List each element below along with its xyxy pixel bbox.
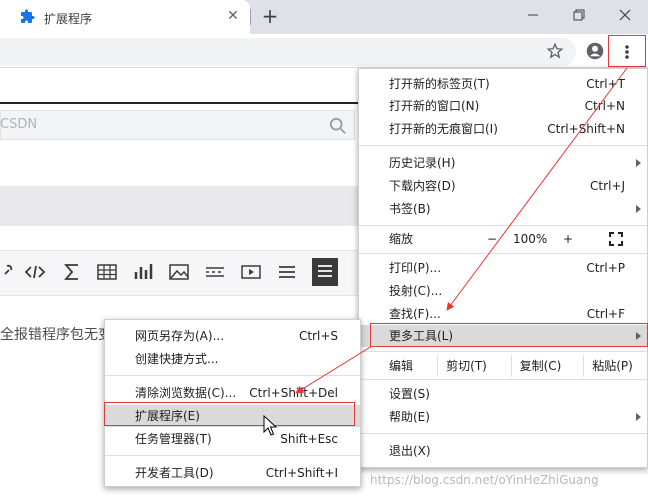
search-placeholder: CSDN [0, 117, 38, 132]
page-banner [0, 186, 358, 226]
minimize-icon [528, 14, 538, 16]
more-tools-submenu: 网页另存为(A)... Ctrl+S 创建快捷方式... 清除浏览数据(C)...… [104, 319, 361, 487]
menu-item-zoom: 缩放 − 100% + [359, 228, 647, 250]
submenu-arrow-icon [636, 205, 641, 213]
close-icon [619, 9, 631, 21]
code-icon[interactable] [24, 262, 46, 282]
menu-item-bookmarks[interactable]: 书签(B) [359, 198, 647, 220]
submenu-item-extensions[interactable]: 扩展程序(E) [105, 405, 360, 427]
submenu-arrow-icon [636, 332, 641, 340]
bar-chart-icon[interactable] [132, 262, 154, 282]
menu-item-history[interactable]: 历史记录(H) [359, 152, 647, 174]
address-bar[interactable] [0, 38, 576, 66]
profile-avatar-icon[interactable] [586, 42, 604, 60]
menu-separator [359, 145, 647, 146]
submenu-item-task-manager[interactable]: 任务管理器(T) Shift+Esc [105, 428, 360, 450]
formula-icon[interactable] [61, 262, 83, 282]
submenu-item-clear-browsing-data[interactable]: 清除浏览数据(C)... Ctrl+Shift+Del [105, 382, 360, 404]
mouse-cursor-icon [263, 415, 277, 436]
menu-item-print[interactable]: 打印(P)... Ctrl+P [359, 257, 647, 279]
menu-item-more-tools[interactable]: 更多工具(L) [359, 325, 647, 347]
image-icon[interactable] [168, 262, 190, 282]
menu-item-downloads[interactable]: 下载内容(D) Ctrl+J [359, 175, 647, 197]
menu-item-find[interactable]: 查找(F)... Ctrl+F [359, 303, 647, 325]
menu-item-new-incognito[interactable]: 打开新的无痕窗口(I) Ctrl+Shift+N [359, 118, 647, 140]
menu-separator [359, 379, 647, 380]
zoom-out-button[interactable]: − [487, 228, 497, 250]
zoom-in-button[interactable]: + [563, 228, 573, 250]
fullscreen-icon[interactable] [609, 232, 623, 246]
menu-separator [359, 433, 647, 434]
edit-label: 编辑 [389, 359, 414, 373]
table-icon[interactable] [96, 262, 118, 282]
video-icon[interactable] [240, 262, 262, 282]
menu-separator [359, 253, 647, 254]
menu-item-settings[interactable]: 设置(S) [359, 383, 647, 405]
watermark: https://blog.csdn.net/oYinHeZhiGuang [370, 473, 599, 487]
minimize-button[interactable] [510, 0, 556, 30]
kebab-menu-icon [625, 45, 629, 59]
cut-button[interactable]: 剪切(T) [437, 355, 495, 377]
catalog-icon[interactable] [312, 258, 338, 286]
chrome-menu-button[interactable] [608, 35, 646, 67]
puzzle-icon [21, 9, 35, 23]
zoom-level: 100% [513, 232, 548, 246]
page-header-line [0, 102, 358, 104]
search-icon[interactable] [329, 117, 347, 135]
tab-separator [250, 9, 251, 25]
article-body-text: 全报错程序包无变 [0, 327, 112, 343]
link-icon[interactable] [0, 262, 22, 282]
menu-item-exit[interactable]: 退出(X) [359, 440, 647, 462]
submenu-item-create-shortcut[interactable]: 创建快捷方式... [105, 348, 360, 370]
menu-item-cast[interactable]: 投射(C)... [359, 280, 647, 302]
chrome-main-menu: 打开新的标签页(T) Ctrl+T 打开新的窗口(N) Ctrl+N 打开新的无痕窗… [358, 68, 648, 468]
restore-icon [573, 9, 585, 21]
menu-separator [359, 225, 647, 226]
bookmark-star-icon[interactable] [546, 42, 564, 60]
menu-separator [105, 455, 360, 456]
new-tab-button[interactable]: + [258, 5, 282, 29]
submenu-item-save-page[interactable]: 网页另存为(A)... Ctrl+S [105, 325, 360, 347]
submenu-arrow-icon [636, 159, 641, 167]
submenu-item-developer-tools[interactable]: 开发者工具(D) Ctrl+Shift+I [105, 462, 360, 484]
zoom-label: 缩放 [389, 232, 414, 246]
restore-button[interactable] [556, 0, 602, 30]
paste-button[interactable]: 粘贴(P) [583, 355, 641, 377]
tab-close-icon[interactable]: ✕ [224, 7, 242, 25]
menu-item-help[interactable]: 帮助(E) [359, 406, 647, 428]
tab-title: 扩展程序 [44, 12, 93, 26]
active-tab[interactable]: 扩展程序 ✕ [0, 0, 250, 34]
divider-icon[interactable] [204, 262, 226, 282]
menu-separator [105, 375, 360, 376]
search-input[interactable] [0, 110, 355, 140]
menu-separator [359, 351, 647, 352]
copy-button[interactable]: 复制(C) [511, 355, 569, 377]
close-window-button[interactable] [602, 0, 648, 30]
menu-item-new-window[interactable]: 打开新的窗口(N) Ctrl+N [359, 95, 647, 117]
format-icon[interactable] [276, 262, 298, 282]
menu-item-edit: 编辑 剪切(T) 复制(C) 粘贴(P) [359, 355, 647, 377]
menu-item-new-tab[interactable]: 打开新的标签页(T) Ctrl+T [359, 73, 647, 95]
submenu-arrow-icon [636, 413, 641, 421]
